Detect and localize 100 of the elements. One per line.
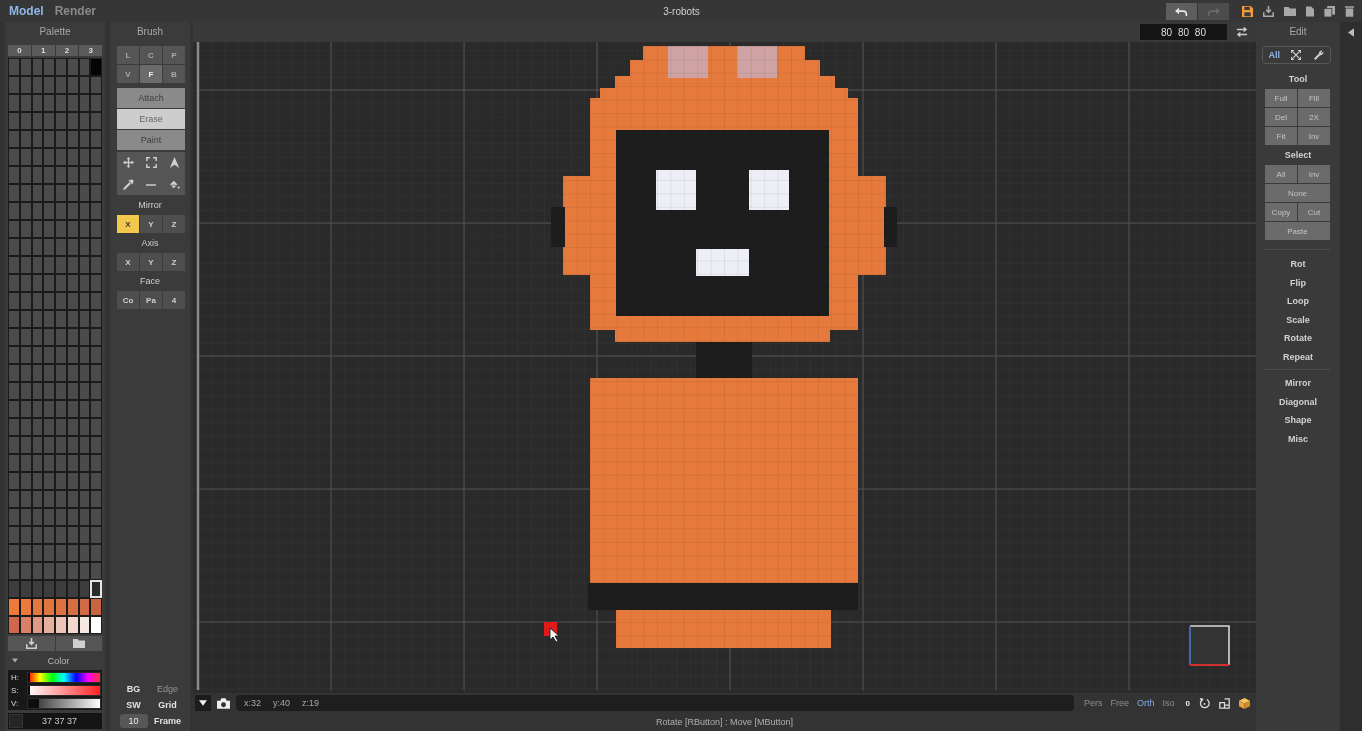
color-swatch[interactable]	[90, 238, 102, 256]
color-swatch[interactable]	[43, 292, 55, 310]
color-swatch[interactable]	[8, 94, 20, 112]
camera-icon[interactable]	[217, 697, 230, 709]
color-swatch[interactable]	[43, 202, 55, 220]
camera-mode-tab[interactable]: Orth	[1137, 698, 1155, 708]
file-icon[interactable]	[1306, 5, 1314, 17]
color-swatch[interactable]	[55, 76, 67, 94]
color-swatch[interactable]	[90, 616, 102, 634]
hue-slider[interactable]	[27, 671, 101, 683]
display-toggle[interactable]: BG	[126, 684, 141, 694]
color-swatch[interactable]	[8, 148, 20, 166]
color-swatch[interactable]	[90, 544, 102, 562]
wrench-icon[interactable]	[1313, 50, 1324, 60]
color-swatch[interactable]	[8, 562, 20, 580]
edit-menu-item[interactable]: Loop	[1287, 292, 1309, 311]
orientation-cube[interactable]	[1189, 625, 1230, 666]
color-swatch[interactable]	[8, 256, 20, 274]
color-swatch[interactable]	[55, 382, 67, 400]
color-swatch[interactable]	[43, 130, 55, 148]
brush-action-button[interactable]: Erase	[117, 109, 185, 129]
caret-left-icon[interactable]	[1348, 28, 1354, 37]
color-swatch[interactable]	[43, 508, 55, 526]
edit-menu-item[interactable]: Rot	[1290, 255, 1306, 274]
color-swatch[interactable]	[43, 400, 55, 418]
color-swatch[interactable]	[90, 256, 102, 274]
color-swatch[interactable]	[43, 454, 55, 472]
mirror-axis-button[interactable]: Z	[163, 215, 185, 233]
cross-arrows-icon[interactable]	[1291, 50, 1302, 60]
color-swatch[interactable]	[8, 310, 20, 328]
brush-mode-button[interactable]: B	[163, 65, 185, 83]
color-swatch[interactable]	[55, 346, 67, 364]
color-swatch[interactable]	[8, 346, 20, 364]
color-swatch[interactable]	[90, 76, 102, 94]
download-icon[interactable]	[1263, 5, 1274, 17]
color-swatch[interactable]	[43, 166, 55, 184]
color-swatch[interactable]	[55, 328, 67, 346]
color-swatch[interactable]	[43, 382, 55, 400]
color-swatch[interactable]	[8, 202, 20, 220]
edit-menu-item[interactable]: Misc	[1288, 429, 1308, 448]
color-swatch[interactable]	[43, 58, 55, 76]
axis-button[interactable]: Z	[163, 253, 185, 271]
color-swatch[interactable]	[90, 130, 102, 148]
edit-button[interactable]: 2X	[1298, 108, 1330, 126]
edit-menu-item[interactable]: Rotate	[1284, 329, 1312, 348]
color-swatch[interactable]	[43, 490, 55, 508]
palette-page-tab[interactable]: 0	[8, 45, 31, 56]
color-swatch[interactable]	[90, 454, 102, 472]
color-swatch[interactable]	[8, 58, 20, 76]
number-field[interactable]: 10	[119, 714, 148, 728]
color-swatch[interactable]	[55, 58, 67, 76]
circular-arrow-icon[interactable]	[1199, 697, 1210, 709]
color-swatch[interactable]	[43, 184, 55, 202]
display-toggle[interactable]: Frame	[154, 716, 181, 726]
color-swatch[interactable]	[90, 472, 102, 490]
color-swatch[interactable]	[43, 418, 55, 436]
color-swatch[interactable]	[55, 94, 67, 112]
color-swatch[interactable]	[8, 616, 20, 634]
color-swatch[interactable]	[90, 490, 102, 508]
edit-menu-item[interactable]: Flip	[1290, 273, 1306, 292]
color-swatch[interactable]	[55, 220, 67, 238]
color-swatch[interactable]	[8, 382, 20, 400]
color-swatch[interactable]	[55, 166, 67, 184]
dropdown-button[interactable]	[195, 695, 211, 711]
color-swatch[interactable]	[90, 364, 102, 382]
select-button[interactable]: Inv	[1298, 165, 1330, 183]
color-swatch[interactable]	[55, 508, 67, 526]
saturation-slider[interactable]	[27, 684, 101, 696]
color-swatch[interactable]	[90, 166, 102, 184]
color-swatch[interactable]	[8, 472, 20, 490]
display-toggle[interactable]: Grid	[158, 700, 177, 710]
palette-page-tab[interactable]: 1	[31, 45, 55, 56]
brush-action-button[interactable]: Attach	[117, 88, 185, 108]
color-swatch[interactable]	[90, 508, 102, 526]
face-button[interactable]: 4	[163, 291, 185, 309]
color-swatch[interactable]	[55, 256, 67, 274]
color-swatch[interactable]	[43, 148, 55, 166]
edit-menu-item[interactable]: Scale	[1286, 310, 1310, 329]
cube-icon[interactable]	[1239, 697, 1250, 709]
edit-button[interactable]: Fit	[1265, 127, 1297, 145]
edit-button[interactable]: Inv	[1298, 127, 1330, 145]
palette-page-tab[interactable]: 3	[79, 45, 102, 56]
color-swatch[interactable]	[43, 364, 55, 382]
color-swatch[interactable]	[43, 94, 55, 112]
color-swatch[interactable]	[55, 616, 67, 634]
mirror-axis-button[interactable]: X	[117, 215, 139, 233]
axis-button[interactable]: X	[117, 253, 139, 271]
color-swatch[interactable]	[90, 112, 102, 130]
color-swatch[interactable]	[55, 310, 67, 328]
caret-icon[interactable]	[12, 658, 18, 663]
color-swatch[interactable]	[8, 184, 20, 202]
color-swatch[interactable]	[55, 562, 67, 580]
color-swatch[interactable]	[43, 256, 55, 274]
color-swatch[interactable]	[90, 418, 102, 436]
select-button[interactable]: None	[1265, 184, 1330, 202]
color-swatch[interactable]	[8, 490, 20, 508]
color-swatch[interactable]	[8, 130, 20, 148]
color-swatch[interactable]	[90, 400, 102, 418]
edit-menu-item[interactable]: Repeat	[1283, 347, 1313, 366]
color-swatch[interactable]	[8, 328, 20, 346]
